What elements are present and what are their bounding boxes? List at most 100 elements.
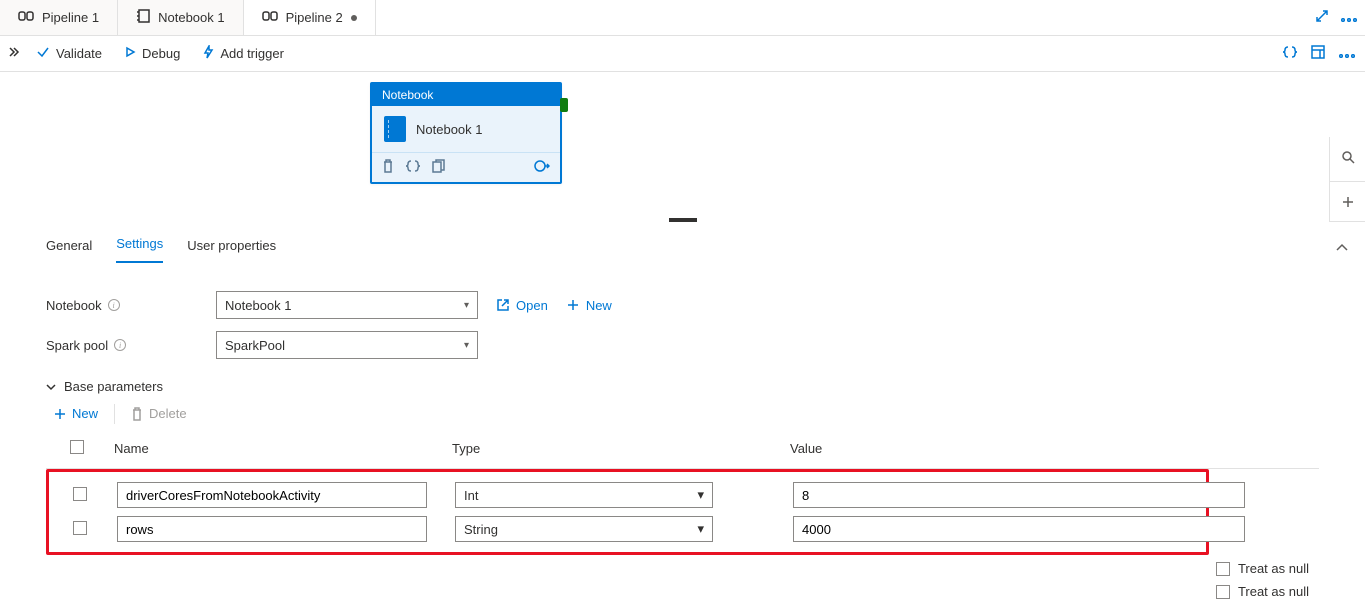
- param-type-value: Int: [464, 488, 478, 503]
- plus-icon[interactable]: [1330, 181, 1365, 221]
- table-row: Int ▾: [49, 478, 1206, 512]
- param-type-value: String: [464, 522, 498, 537]
- base-parameters-label: Base parameters: [64, 379, 163, 394]
- notebook-icon: [136, 9, 150, 26]
- braces-icon[interactable]: [406, 159, 420, 176]
- params-table: Name Type Value Int ▾: [46, 435, 1319, 555]
- panel-collapse-icon[interactable]: [1335, 240, 1365, 263]
- notebook-label: Notebook: [46, 298, 102, 313]
- new-btn-label: New: [72, 406, 98, 421]
- run-icon[interactable]: [534, 159, 550, 176]
- tab-label: Notebook 1: [158, 10, 225, 25]
- canvas-side-tools: [1329, 137, 1365, 222]
- new-param-button[interactable]: New: [46, 402, 106, 425]
- col-type: Type: [452, 441, 790, 456]
- tab-right-actions: [1315, 0, 1365, 35]
- pipeline-canvas[interactable]: Notebook Notebook 1: [0, 72, 1365, 222]
- tab-pipeline-1[interactable]: Pipeline 1: [0, 0, 118, 35]
- treat-as-null-column: Treat as null Treat as null: [1216, 561, 1309, 599]
- spark-pool-value: SparkPool: [225, 338, 285, 353]
- copy-icon[interactable]: [432, 159, 445, 176]
- lightning-icon: [202, 45, 214, 62]
- tab-user-properties[interactable]: User properties: [187, 238, 276, 263]
- activity-body: Notebook 1: [372, 106, 560, 152]
- add-trigger-label: Add trigger: [220, 46, 284, 61]
- braces-icon[interactable]: [1283, 45, 1297, 62]
- notebook-icon: [384, 116, 406, 142]
- add-trigger-button[interactable]: Add trigger: [202, 45, 284, 62]
- row-checkbox[interactable]: [73, 521, 87, 535]
- new-notebook-link[interactable]: New: [566, 298, 612, 313]
- tab-label: Pipeline 2: [286, 10, 343, 25]
- params-actions: New Delete: [46, 402, 1365, 425]
- tab-label: Pipeline 1: [42, 10, 99, 25]
- open-label: Open: [516, 298, 548, 313]
- chevron-down-icon: ▾: [464, 340, 469, 351]
- chevron-down-icon: ▾: [697, 487, 704, 503]
- treat-as-null-row-0[interactable]: Treat as null: [1216, 561, 1309, 576]
- toolbar-right: [1283, 45, 1365, 62]
- chevron-down-icon: ▾: [464, 300, 469, 311]
- notebook-row: Notebook i Notebook 1 ▾ Open New: [46, 285, 1365, 325]
- param-type-select[interactable]: String ▾: [455, 516, 713, 542]
- treat-as-null-checkbox[interactable]: [1216, 562, 1230, 576]
- tab-bar: Pipeline 1 Notebook 1 Pipeline 2: [0, 0, 1365, 36]
- toolbar: Validate Debug Add trigger: [0, 36, 1365, 72]
- debug-button[interactable]: Debug: [124, 46, 180, 61]
- notebook-activity[interactable]: Notebook Notebook 1: [370, 82, 562, 184]
- debug-label: Debug: [142, 46, 180, 61]
- panel-expand-toggle[interactable]: [0, 46, 28, 61]
- chevron-down-icon: [46, 382, 56, 392]
- settings-panel: Notebook i Notebook 1 ▾ Open New Spark p…: [0, 263, 1365, 555]
- table-row: String ▾: [49, 512, 1206, 546]
- divider: [114, 404, 115, 424]
- row-checkbox[interactable]: [73, 487, 87, 501]
- properties-icon[interactable]: [1311, 45, 1325, 62]
- new-label: New: [586, 298, 612, 313]
- info-icon[interactable]: i: [108, 299, 120, 311]
- info-icon[interactable]: i: [114, 339, 126, 351]
- bottom-panel-tabs: General Settings User properties: [0, 222, 1365, 263]
- col-name: Name: [114, 441, 452, 456]
- params-rows: Int ▾ String ▾: [46, 469, 1319, 555]
- delete-btn-label: Delete: [149, 406, 187, 421]
- param-name-input[interactable]: [117, 516, 427, 542]
- delete-param-button[interactable]: Delete: [123, 402, 195, 425]
- spark-pool-select[interactable]: SparkPool ▾: [216, 331, 478, 359]
- toolbar-actions: Validate Debug Add trigger: [28, 45, 284, 62]
- tab-general[interactable]: General: [46, 238, 92, 263]
- validate-label: Validate: [56, 46, 102, 61]
- more-icon[interactable]: [1341, 10, 1357, 25]
- open-notebook-link[interactable]: Open: [496, 298, 548, 313]
- tab-pipeline-2[interactable]: Pipeline 2: [244, 0, 376, 35]
- expand-icon[interactable]: [1315, 9, 1329, 26]
- play-icon: [124, 46, 136, 61]
- select-all-checkbox[interactable]: [70, 440, 84, 454]
- check-icon: [36, 45, 50, 62]
- base-parameters-toggle[interactable]: Base parameters: [46, 379, 1365, 394]
- param-value-input[interactable]: [793, 482, 1245, 508]
- pipeline-icon: [262, 9, 278, 26]
- activity-type-label: Notebook: [372, 84, 560, 106]
- params-highlighted-body: Int ▾ String ▾: [46, 469, 1209, 555]
- col-value: Value: [790, 441, 1270, 456]
- activity-title: Notebook 1: [416, 122, 483, 137]
- pipeline-icon: [18, 9, 34, 26]
- delete-icon[interactable]: [382, 159, 394, 176]
- param-name-input[interactable]: [117, 482, 427, 508]
- search-icon[interactable]: [1330, 137, 1365, 177]
- params-table-head: Name Type Value: [46, 435, 1319, 469]
- param-type-select[interactable]: Int ▾: [455, 482, 713, 508]
- activity-footer: [372, 152, 560, 182]
- tab-notebook-1[interactable]: Notebook 1: [118, 0, 244, 35]
- activity-success-output[interactable]: [560, 98, 568, 112]
- param-value-input[interactable]: [793, 516, 1245, 542]
- more-icon[interactable]: [1339, 46, 1355, 61]
- tab-settings[interactable]: Settings: [116, 236, 163, 263]
- chevron-down-icon: ▾: [697, 521, 704, 537]
- spark-pool-row: Spark pool i SparkPool ▾: [46, 325, 1365, 365]
- notebook-select[interactable]: Notebook 1 ▾: [216, 291, 478, 319]
- unsaved-dot-icon: [351, 15, 357, 21]
- validate-button[interactable]: Validate: [36, 45, 102, 62]
- notebook-value: Notebook 1: [225, 298, 292, 313]
